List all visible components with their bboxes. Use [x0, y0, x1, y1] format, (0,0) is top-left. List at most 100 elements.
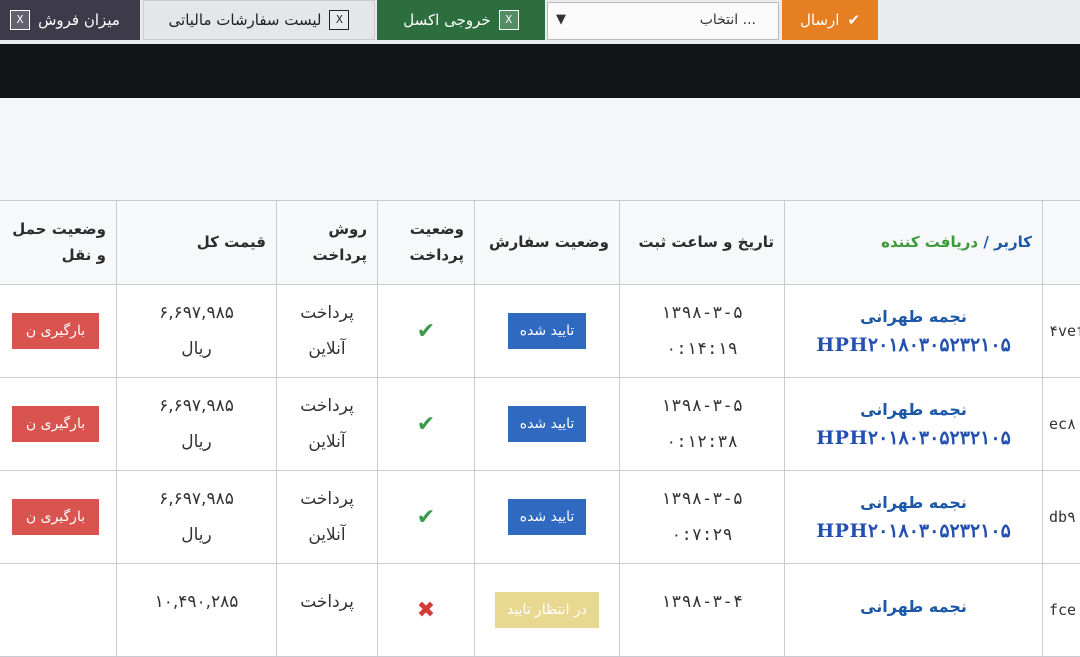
payment-method-line: آنلاین: [278, 339, 376, 359]
action-select[interactable]: ▼ انتخاب ...: [547, 2, 779, 40]
user-cell: نجمه طهرانی HPH۲۰۱۸۰۳۰۵۲۳۲۱۰۵: [785, 285, 1043, 378]
table-row[interactable]: db۹نجمه طهرانی HPH۲۰۱۸۰۳۰۵۲۳۲۱۰۵۱۳۹۸-۳-۵ ۰…: [0, 471, 1080, 564]
order-code: HPH۲۰۱۸۰۳۰۵۲۳۲۱۰۵: [786, 334, 1041, 356]
total-amount: ۶,۶۹۷,۹۸۵: [118, 303, 275, 323]
order-time: ۰:۷:۲۹: [621, 525, 783, 545]
excel-icon: X: [10, 10, 30, 30]
send-label: ارسال: [800, 11, 839, 29]
shipping-status-button[interactable]: بارگیری ن: [12, 406, 99, 442]
check-icon: ✔: [417, 412, 435, 437]
excel-export-label: خروجی اکسل: [403, 11, 490, 29]
currency-label: ریال: [118, 339, 275, 359]
payment-method-cell: پرداخت: [277, 564, 378, 657]
date-cell: ۱۳۹۸-۳-۵ ۰:۷:۲۹: [620, 471, 785, 564]
payment-status-cell: ✖: [378, 564, 475, 657]
payment-status-cell: ✔: [378, 285, 475, 378]
payment-status-cell: ✔: [378, 378, 475, 471]
action-select-value: انتخاب ...: [700, 12, 756, 28]
shipping-status-cell: بارگیری ن: [0, 471, 117, 564]
total-amount: ۶,۶۹۷,۹۸۵: [118, 396, 275, 416]
shipping-status-cell: بارگیری ن: [0, 378, 117, 471]
shipping-status-cell: [0, 564, 117, 657]
order-status-badge[interactable]: تایید شده: [508, 313, 587, 349]
order-code: HPH۲۰۱۸۰۳۰۵۲۳۲۱۰۵: [786, 427, 1041, 449]
shipping-status-button[interactable]: بارگیری ن: [12, 313, 99, 349]
order-status-badge[interactable]: تایید شده: [508, 499, 587, 535]
shipping-status-cell: بارگیری ن: [0, 285, 117, 378]
header-shipping-status: وضعیت حمل و نقل: [0, 201, 117, 285]
payment-method-line: آنلاین: [278, 432, 376, 452]
excel-export-button[interactable]: خروجی اکسل X: [377, 0, 545, 40]
check-icon: ✔: [417, 505, 435, 530]
order-date: ۱۳۹۸-۳-۵: [621, 489, 783, 509]
payment-method-line: آنلاین: [278, 525, 376, 545]
total-cell: ۶,۶۹۷,۹۸۵ ریال: [117, 471, 277, 564]
check-icon: ✔: [417, 319, 435, 344]
date-cell: ۱۳۹۸-۳-۴: [620, 564, 785, 657]
user-name-link[interactable]: نجمه طهرانی: [786, 400, 1041, 419]
shipping-status-button[interactable]: بارگیری ن: [12, 499, 99, 535]
orders-table-wrap: کاربر / دریافت کننده تاریخ و ساعت ثبت وض…: [0, 200, 1080, 657]
dark-band: [0, 44, 1080, 98]
excel-icon: X: [329, 10, 349, 30]
date-cell: ۱۳۹۸-۳-۵۰:۱۴:۱۹: [620, 285, 785, 378]
order-code: HPH۲۰۱۸۰۳۰۵۲۳۲۱۰۵: [786, 520, 1041, 542]
total-amount: ۱۰,۴۹۰,۲۸۵: [118, 592, 275, 612]
payment-method-line: پرداخت: [278, 489, 376, 509]
order-status-cell: تایید شده: [475, 471, 620, 564]
date-cell: ۱۳۹۸-۳-۵۰:۱۲:۳۸: [620, 378, 785, 471]
payment-status-cell: ✔: [378, 471, 475, 564]
tax-orders-label: لیست سفارشات مالیاتی: [169, 11, 322, 29]
order-date: ۱۳۹۸-۳-۴: [621, 592, 783, 612]
order-status-cell: تایید شده: [475, 285, 620, 378]
user-cell: نجمه طهرانی HPH۲۰۱۸۰۳۰۵۲۳۲۱۰۵: [785, 471, 1043, 564]
payment-method-cell: پرداخت آنلاین: [277, 285, 378, 378]
toolbar: X میزان فروش لیست سفارشات مالیاتی X خروج…: [0, 0, 1080, 44]
currency-label: ریال: [118, 525, 275, 545]
dropdown-arrow-icon: ▼: [556, 12, 566, 27]
payment-method-line: پرداخت: [278, 592, 376, 612]
header-order-status: وضعیت سفارش: [475, 201, 620, 285]
tax-orders-button[interactable]: لیست سفارشات مالیاتی X: [143, 0, 375, 40]
table-row[interactable]: ec۸نجمه طهرانی HPH۲۰۱۸۰۳۰۵۲۳۲۱۰۵۱۳۹۸-۳-۵۰…: [0, 378, 1080, 471]
user-cell: نجمه طهرانی HPH۲۰۱۸۰۳۰۵۲۳۲۱۰۵: [785, 378, 1043, 471]
table-row[interactable]: ۴vefنجمه طهرانی HPH۲۰۱۸۰۳۰۵۲۳۲۱۰۵۱۳۹۸-۳-۵…: [0, 285, 1080, 378]
table-row[interactable]: fceنجمه طهرانی۱۳۹۸-۳-۴ در انتظار تایید ✖ پر…: [0, 564, 1080, 657]
user-name-link[interactable]: نجمه طهرانی: [786, 597, 1041, 616]
order-status-badge[interactable]: تایید شده: [508, 406, 587, 442]
total-cell: ۱۰,۴۹۰,۲۸۵: [117, 564, 277, 657]
user-cell: نجمه طهرانی: [785, 564, 1043, 657]
user-name-link[interactable]: نجمه طهرانی: [786, 493, 1041, 512]
orders-table: کاربر / دریافت کننده تاریخ و ساعت ثبت وض…: [0, 200, 1080, 657]
total-cell: ۶,۶۹۷,۹۸۵ ریال: [117, 285, 277, 378]
total-cell: ۶,۶۹۷,۹۸۵ ریال: [117, 378, 277, 471]
order-id: db۹: [1043, 471, 1080, 564]
payment-method-cell: پرداخت آنلاین: [277, 471, 378, 564]
order-status-cell: تایید شده: [475, 378, 620, 471]
table-header-row: کاربر / دریافت کننده تاریخ و ساعت ثبت وض…: [0, 201, 1080, 285]
header-id: [1043, 201, 1080, 285]
payment-method-line: پرداخت: [278, 303, 376, 323]
order-date: ۱۳۹۸-۳-۵: [621, 303, 783, 323]
header-user: کاربر / دریافت کننده: [785, 201, 1043, 285]
order-date: ۱۳۹۸-۳-۵: [621, 396, 783, 416]
header-payment-method: روش پرداخت: [277, 201, 378, 285]
order-id: fce: [1043, 564, 1080, 657]
currency-label: ریال: [118, 432, 275, 452]
payment-method-line: پرداخت: [278, 396, 376, 416]
sales-report-button[interactable]: X میزان فروش: [0, 0, 140, 40]
user-name-link[interactable]: نجمه طهرانی: [786, 307, 1041, 326]
header-date: تاریخ و ساعت ثبت: [620, 201, 785, 285]
header-payment-status: وضعیت پرداخت: [378, 201, 475, 285]
sales-report-label: میزان فروش: [38, 11, 120, 29]
excel-icon: X: [499, 10, 519, 30]
total-amount: ۶,۶۹۷,۹۸۵: [118, 489, 275, 509]
order-status-cell: در انتظار تایید: [475, 564, 620, 657]
send-button[interactable]: ارسال ✔: [782, 0, 878, 40]
order-id: ۴vef: [1043, 285, 1080, 378]
cross-icon: ✖: [417, 598, 435, 623]
payment-method-cell: پرداخت آنلاین: [277, 378, 378, 471]
order-status-badge[interactable]: در انتظار تایید: [495, 592, 599, 628]
header-total: قیمت کل: [117, 201, 277, 285]
order-id: ec۸: [1043, 378, 1080, 471]
